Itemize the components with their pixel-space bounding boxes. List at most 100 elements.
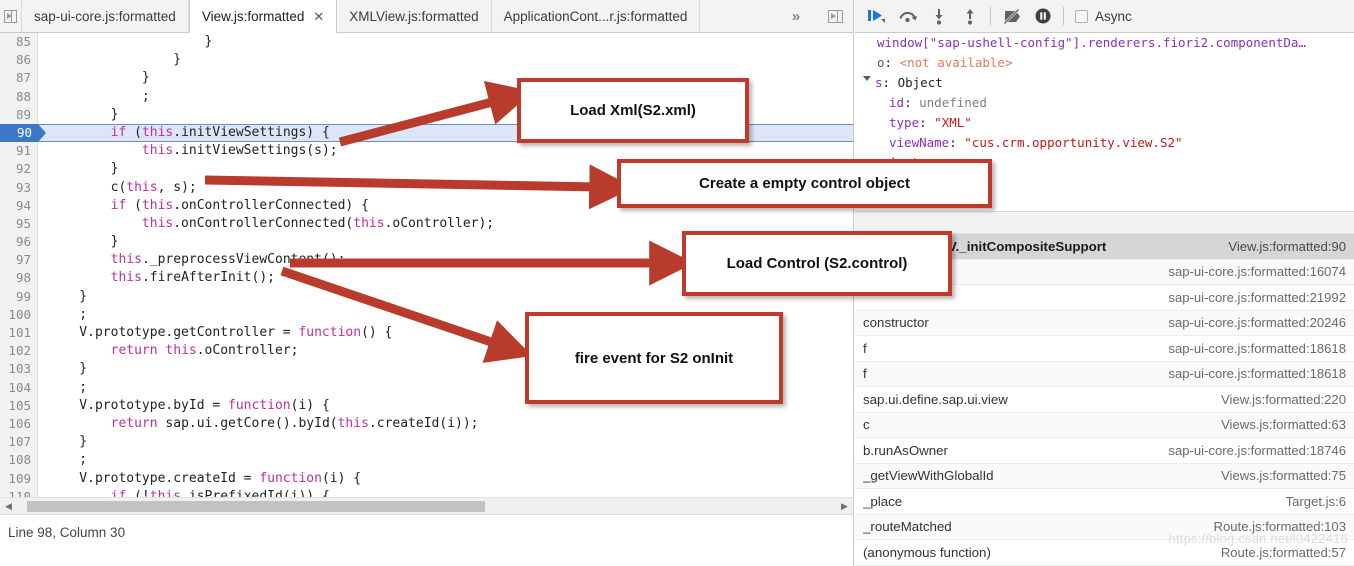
code-token: } <box>48 361 88 377</box>
call-stack-row[interactable]: sap.ui.define.sap.ui.view View.js:formatt… <box>855 387 1354 413</box>
code-line[interactable]: 107 } <box>0 433 853 452</box>
step-over-button[interactable] <box>892 2 923 30</box>
step-out-button[interactable] <box>954 2 985 30</box>
line-number[interactable]: 104 <box>0 378 38 397</box>
call-stack-row[interactable]: b.runAsOwner sap-ui-core.js:formatted:187… <box>855 438 1354 464</box>
code-token: this <box>141 143 174 159</box>
tab-view-js[interactable]: View.js:formatted ✕ <box>188 0 338 33</box>
tab-sap-ui-core[interactable]: sap-ui-core.js:formatted <box>22 0 189 32</box>
scrollbar-left-arrow-icon[interactable]: ◀ <box>0 498 17 515</box>
tab-overflow-button[interactable]: » <box>773 0 817 32</box>
line-number[interactable]: 105 <box>0 396 38 415</box>
line-number[interactable]: 90 <box>0 123 46 143</box>
line-number[interactable]: 98 <box>0 269 38 288</box>
cursor-position-label: Line 98, Column 30 <box>8 525 126 540</box>
scroll-left-icon[interactable] <box>0 0 22 32</box>
code-token: } <box>48 288 88 304</box>
scope-variable-row[interactable]: id: undefined <box>855 93 1354 113</box>
call-stack-function-name: _routeMatched <box>863 519 952 535</box>
line-number[interactable]: 108 <box>0 451 38 470</box>
editor-horizontal-scrollbar[interactable]: ◀ ▶ <box>0 497 853 514</box>
scrollbar-right-arrow-icon[interactable]: ▶ <box>836 498 853 515</box>
call-stack-location[interactable]: sap-ui-core.js:formatted:16074 <box>1168 264 1346 279</box>
code-token: this <box>353 215 385 231</box>
call-stack-location[interactable]: sap-ui-core.js:formatted:18618 <box>1168 366 1346 381</box>
pause-on-exceptions-button[interactable] <box>1027 2 1058 30</box>
line-number[interactable]: 101 <box>0 324 38 343</box>
async-checkbox[interactable] <box>1075 9 1088 23</box>
scope-variable-row[interactable]: type: "XML" <box>855 113 1354 133</box>
line-number[interactable]: 106 <box>0 414 38 434</box>
call-stack-location[interactable]: sap-ui-core.js:formatted:18746 <box>1168 443 1346 458</box>
scope-variable-row[interactable]: window["sap-ushell-config"].renderers.fi… <box>855 33 1354 53</box>
tab-application-container-js[interactable]: ApplicationCont...r.js:formatted <box>491 0 701 32</box>
call-stack-location[interactable]: sap-ui-core.js:formatted:20246 <box>1168 315 1346 330</box>
code-line[interactable]: 108 ; <box>0 451 853 470</box>
call-stack-row[interactable]: f sap-ui-core.js:formatted:18618 <box>855 336 1354 362</box>
call-stack-row[interactable]: c Views.js:formatted:63 <box>855 412 1354 438</box>
line-number[interactable]: 93 <box>0 178 38 197</box>
code-line[interactable]: 109 V.prototype.createId = function(i) { <box>0 469 853 488</box>
step-over-icon <box>899 11 917 23</box>
close-icon[interactable]: ✕ <box>313 10 324 23</box>
line-number[interactable]: 86 <box>0 51 38 70</box>
scope-separator: : <box>949 135 965 150</box>
call-stack-row[interactable]: _routeMatched Route.js:formatted:103 <box>855 514 1354 540</box>
step-into-button[interactable] <box>923 2 954 30</box>
line-number[interactable]: 102 <box>0 342 38 361</box>
scope-separator: : <box>919 115 935 130</box>
code-token: if <box>110 124 127 140</box>
line-number[interactable]: 100 <box>0 305 38 324</box>
line-number[interactable]: 96 <box>0 233 38 252</box>
tab-xmlview-js[interactable]: XMLView.js:formatted <box>337 0 492 32</box>
code-line[interactable]: 91 this.initViewSettings(s); <box>0 142 853 161</box>
call-stack-location[interactable]: sap-ui-core.js:formatted:18618 <box>1168 341 1346 356</box>
code-line[interactable]: 106 return sap.ui.getCore().byId(this.cr… <box>0 414 853 434</box>
line-number[interactable]: 91 <box>0 142 38 161</box>
call-stack-location[interactable]: Route.js:formatted:57 <box>1221 545 1346 560</box>
line-number[interactable]: 94 <box>0 196 38 215</box>
call-stack-row[interactable]: _getViewWithGlobalId Views.js:formatted:7… <box>855 463 1354 489</box>
call-stack-row[interactable]: _place Target.js:6 <box>855 489 1354 515</box>
line-number[interactable]: 87 <box>0 69 38 88</box>
call-stack-location[interactable]: View.js:formatted:90 <box>1228 239 1346 254</box>
line-number[interactable]: 92 <box>0 160 38 179</box>
call-stack-row[interactable]: (anonymous function) Route.js:formatted:5… <box>855 540 1354 566</box>
async-stack-toggle[interactable]: Async <box>1075 9 1132 24</box>
call-stack-location[interactable]: Target.js:6 <box>1286 494 1346 509</box>
line-number[interactable]: 109 <box>0 469 38 488</box>
chevron-down-icon[interactable] <box>863 76 871 85</box>
code-token: (i) { <box>321 470 362 486</box>
code-token: if <box>110 197 127 213</box>
deactivate-breakpoints-button[interactable] <box>996 2 1027 30</box>
line-number[interactable]: 97 <box>0 251 38 270</box>
scope-variable-row[interactable]: s: Object <box>855 73 1354 93</box>
line-number[interactable]: 103 <box>0 360 38 379</box>
scrollbar-thumb[interactable] <box>27 500 485 512</box>
line-number[interactable]: 89 <box>0 105 38 124</box>
line-number[interactable]: 85 <box>0 33 38 52</box>
code-line[interactable]: 85 } <box>0 33 853 52</box>
tab-label: ApplicationCont...r.js:formatted <box>503 8 688 24</box>
call-stack-location[interactable]: Views.js:formatted:75 <box>1221 468 1346 483</box>
scrollbar-track[interactable] <box>17 500 836 512</box>
resume-script-execution-button[interactable] <box>861 2 892 30</box>
call-stack-location[interactable]: View.js:formatted:220 <box>1221 392 1346 407</box>
scope-variable-row[interactable]: o: <not available> <box>855 53 1354 73</box>
call-stack-location[interactable]: sap-ui-core.js:formatted:21992 <box>1168 290 1346 305</box>
show-navigator-icon[interactable] <box>817 0 853 32</box>
call-stack-location[interactable]: Views.js:formatted:63 <box>1221 417 1346 432</box>
call-stack-row[interactable]: constructor sap-ui-core.js:formatted:2024… <box>855 310 1354 336</box>
code-token: (i) { <box>290 397 330 413</box>
code-line[interactable]: 86 } <box>0 51 853 70</box>
code-token: .onControllerConnected( <box>173 215 354 231</box>
line-number[interactable]: 99 <box>0 287 38 306</box>
call-stack-row[interactable]: f sap-ui-core.js:formatted:18618 <box>855 361 1354 387</box>
scope-variable-row[interactable]: viewName: "cus.crm.opportunity.view.S2" <box>855 133 1354 153</box>
call-stack-location[interactable]: Route.js:formatted:103 <box>1214 519 1346 534</box>
line-number[interactable]: 88 <box>0 87 38 106</box>
line-number[interactable]: 107 <box>0 433 38 452</box>
scope-property-value: "cus.crm.opportunity.view.S2" <box>964 135 1183 150</box>
line-number[interactable]: 95 <box>0 214 38 234</box>
